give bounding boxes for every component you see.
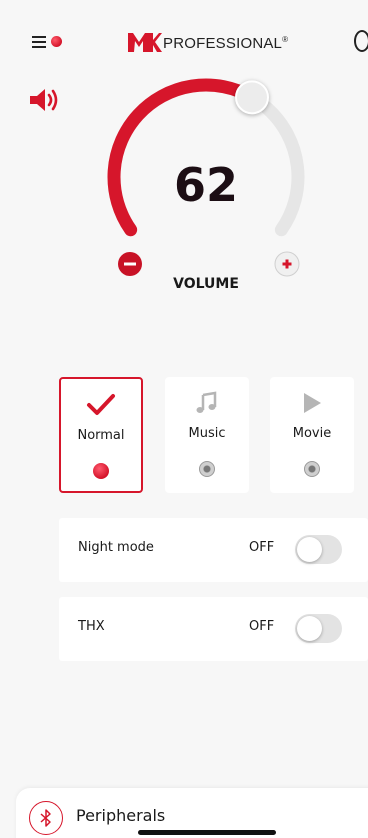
- home-indicator[interactable]: [138, 830, 276, 835]
- toggle-knob: [297, 537, 322, 562]
- play-icon: [304, 393, 321, 413]
- night-mode-label: Night mode: [78, 540, 154, 555]
- mode-normal-card[interactable]: Normal: [59, 377, 143, 493]
- check-icon: [87, 394, 115, 415]
- thx-label: THX: [78, 619, 105, 634]
- thx-row: THX OFF: [59, 597, 368, 661]
- mode-music-card[interactable]: Music: [165, 377, 249, 493]
- mode-indicator-off: [304, 461, 320, 477]
- thx-status: OFF: [249, 619, 275, 634]
- bluetooth-icon: [40, 809, 51, 827]
- mode-label: Movie: [292, 426, 332, 441]
- bluetooth-button[interactable]: [29, 801, 63, 835]
- volume-value: 62: [173, 158, 238, 212]
- mode-movie-card[interactable]: Movie: [270, 377, 354, 493]
- peripherals-label: Peripherals: [76, 806, 166, 825]
- volume-knob[interactable]: [235, 80, 269, 115]
- night-mode-row: Night mode OFF: [59, 518, 368, 582]
- mode-label: Normal: [77, 428, 125, 443]
- night-mode-toggle[interactable]: [295, 535, 342, 564]
- volume-increase-button[interactable]: [274, 251, 300, 277]
- mode-indicator-on: [93, 463, 109, 479]
- music-note-icon: [196, 391, 217, 413]
- app-screen: PROFESSIONAL® 62 VOLUME Normal Music Mov…: [0, 0, 368, 838]
- minus-icon: [124, 262, 136, 266]
- mode-indicator-off: [199, 461, 215, 477]
- mode-label: Music: [188, 426, 226, 441]
- volume-label: VOLUME: [173, 276, 239, 292]
- night-mode-status: OFF: [249, 540, 275, 555]
- thx-toggle[interactable]: [295, 614, 342, 643]
- volume-decrease-button[interactable]: [118, 252, 142, 276]
- toggle-knob: [297, 616, 322, 641]
